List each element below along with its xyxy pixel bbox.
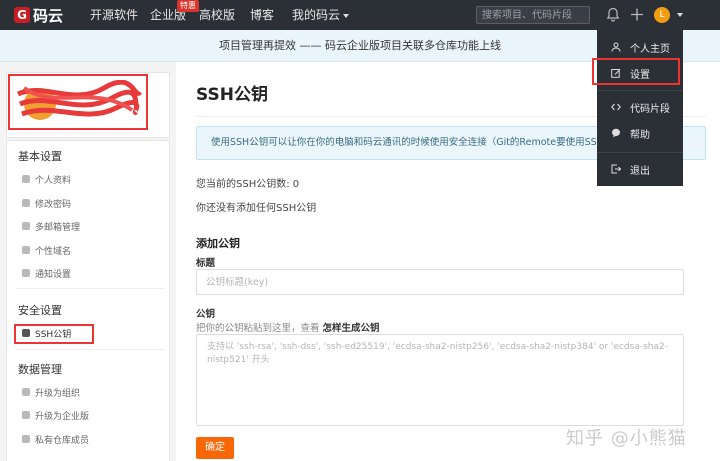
menu-item-snippets[interactable]: 代码片段 [597, 94, 683, 120]
sidebar-item-profile[interactable]: 个人资料 [22, 172, 71, 186]
sidebar-item-label: 升级为组织 [35, 388, 81, 399]
ssh-key-count: 您当前的SSH公钥数: 0 [196, 179, 300, 190]
title-field-label: 标题 [196, 258, 216, 269]
sidebar-item-label: 私有仓库成员 [35, 435, 90, 446]
code-icon [611, 103, 621, 111]
sidebar-item-label: 通知设置 [35, 269, 72, 280]
sidebar-item-upgrade-enterprise[interactable]: 升级为企业版 [22, 408, 89, 422]
menu-item-label: 代码片段 [630, 103, 670, 115]
page-root: G 码云 开源软件 企业版 特惠 高校版 博客 我的码云 L 项目管理再提效 —… [0, 0, 720, 461]
brand-mark: G [14, 7, 30, 23]
section-title-security: 安全设置 [18, 304, 62, 317]
sidebar-item-upgrade-org[interactable]: 升级为组织 [22, 385, 80, 399]
how-to-generate-link[interactable]: 怎样生成公钥 [323, 323, 380, 334]
nav-education[interactable]: 高校版 [199, 0, 235, 30]
users-icon [22, 435, 30, 443]
page-title: SSH公钥 [196, 85, 268, 105]
nav-my-gitee[interactable]: 我的码云 [292, 0, 350, 30]
menu-divider [16, 288, 164, 289]
sidebar-item-private-members[interactable]: 私有仓库成员 [22, 432, 89, 446]
key-hint: 把你的公钥粘贴到这里，查看 怎样生成公钥 [196, 320, 380, 334]
help-icon [612, 128, 620, 138]
sidebar-item-label: 个人资料 [35, 175, 72, 186]
brand-name: 码云 [33, 6, 64, 25]
menu-divider [16, 349, 164, 350]
menu-item-profile[interactable]: 个人主页 [597, 34, 683, 60]
user-icon [22, 175, 30, 183]
key-title-input[interactable] [196, 269, 684, 295]
sidebar-item-label: 修改密码 [35, 199, 72, 210]
sidebar-item-label: 个性域名 [35, 246, 72, 257]
bell-small-icon [22, 269, 30, 277]
redacted-avatar-scribble [16, 80, 142, 120]
menu-item-label: 个人主页 [630, 43, 670, 55]
sidebar-item-password[interactable]: 修改密码 [22, 196, 71, 210]
promo-badge: 特惠 [177, 0, 199, 12]
mail-icon [22, 222, 30, 230]
public-key-textarea[interactable] [196, 334, 684, 426]
sidebar-item-label: 多邮箱管理 [35, 222, 81, 233]
menu-item-help[interactable]: 帮助 [597, 120, 683, 146]
watermark-text: 知乎 @小熊猫 [566, 428, 687, 449]
add-key-heading: 添加公钥 [196, 237, 240, 250]
plus-icon[interactable] [630, 7, 644, 22]
sidebar-item-domain[interactable]: 个性域名 [22, 243, 71, 257]
empty-state-text: 你还没有添加任何SSH公钥 [196, 203, 317, 214]
user-dropdown-menu: 个人主页 设置 代码片段 帮助 退出 [597, 30, 683, 186]
section-title-basic: 基本设置 [18, 150, 62, 163]
sidebar-item-label: 升级为企业版 [35, 411, 90, 422]
menu-divider [597, 90, 683, 91]
brand-logo[interactable]: G 码云 [14, 6, 64, 25]
user-avatar[interactable]: L [654, 7, 670, 23]
settings-sidebar: 基本设置 个人资料 修改密码 多邮箱管理 个性域名 通知设置 安全设置 SSH公… [0, 62, 176, 461]
globe-icon [22, 246, 30, 254]
nav-my-gitee-label: 我的码云 [292, 8, 341, 22]
search-input[interactable] [476, 6, 590, 24]
submit-button[interactable]: 确定 [196, 437, 234, 459]
sidebar-item-emails[interactable]: 多邮箱管理 [22, 219, 80, 233]
chevron-down-icon [343, 13, 350, 18]
building-icon [22, 411, 30, 419]
nav-open-source[interactable]: 开源软件 [90, 0, 138, 30]
bell-icon[interactable] [606, 7, 620, 22]
org-icon [22, 388, 30, 396]
nav-blog[interactable]: 博客 [250, 0, 274, 30]
highlight-box-avatar [8, 74, 148, 130]
lock-icon [22, 199, 30, 207]
highlight-box-ssh [14, 324, 94, 344]
menu-divider [597, 152, 683, 153]
highlight-box-settings [592, 58, 680, 85]
key-field-label: 公钥 [196, 309, 216, 320]
top-navbar: G 码云 开源软件 企业版 特惠 高校版 博客 我的码云 L [0, 0, 720, 30]
user-icon [611, 42, 621, 52]
section-title-data: 数据管理 [18, 363, 62, 376]
sidebar-item-notifications[interactable]: 通知设置 [22, 266, 71, 280]
key-hint-text: 把你的公钥粘贴到这里，查看 [196, 323, 320, 334]
menu-item-label: 帮助 [630, 129, 650, 141]
avatar-chevron-down-icon[interactable] [677, 13, 683, 17]
logout-icon [611, 164, 621, 174]
menu-item-label: 退出 [630, 165, 650, 177]
menu-item-logout[interactable]: 退出 [597, 156, 683, 182]
